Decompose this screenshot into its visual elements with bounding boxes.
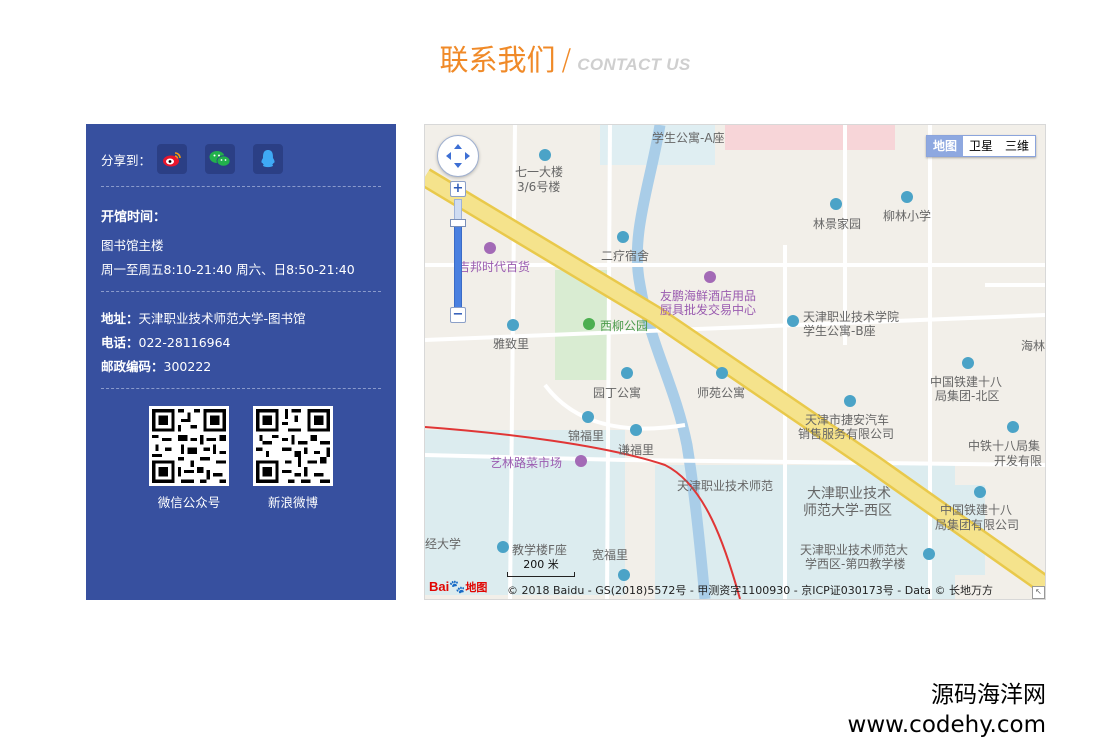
map-label: 海林: [1021, 339, 1046, 353]
wechat-icon[interactable]: [205, 144, 236, 174]
poi-marker-icon[interactable]: [962, 357, 974, 369]
map-label: 天津职业技术师范: [677, 479, 774, 493]
map-label: 学西区-第四教学楼: [805, 557, 906, 571]
map-label: 师苑公寓: [697, 386, 746, 400]
poi-marker-icon[interactable]: [575, 455, 587, 467]
zoom-in-button[interactable]: +: [450, 181, 466, 197]
zoom-control: + −: [450, 181, 466, 325]
postcode-value: 300222: [163, 359, 212, 374]
map-copyright: © 2018 Baidu - GS(2018)5572号 - 甲测资字11009…: [507, 584, 994, 597]
wechat-qr-code: [149, 406, 229, 486]
map-label: 吉邦时代百货: [458, 260, 531, 274]
poi-marker-icon[interactable]: [582, 411, 594, 423]
poi-marker-icon[interactable]: [830, 198, 842, 210]
map-type-3d[interactable]: 三维: [999, 136, 1035, 156]
poi-marker-icon[interactable]: [974, 486, 986, 498]
qq-icon[interactable]: [253, 144, 284, 174]
baidu-map[interactable]: 学生公寓-A座 七一大楼 3/6号楼 林景家园 柳林小学 二疗宿舍 吉邦时代百货…: [424, 124, 1046, 600]
poi-marker-icon[interactable]: [716, 367, 728, 379]
weibo-icon[interactable]: [157, 144, 188, 174]
poi-marker-icon[interactable]: [484, 242, 496, 254]
map-resize-icon[interactable]: ↖: [1032, 586, 1045, 599]
address-label: 地址：: [101, 311, 139, 326]
title-cn: 联系我们: [439, 43, 556, 77]
address-row: 地址：天津职业技术师范大学-图书馆: [101, 308, 306, 327]
phone-value: 022-28116964: [138, 335, 231, 350]
weibo-qr-code: [253, 406, 333, 486]
poi-marker-icon[interactable]: [630, 424, 642, 436]
divider: [101, 186, 381, 187]
zoom-out-button[interactable]: −: [450, 307, 466, 323]
poi-marker-icon[interactable]: [539, 149, 551, 161]
map-label: 二疗宿舍: [601, 249, 650, 263]
map-pan-control[interactable]: [437, 135, 479, 177]
map-label: 艺林路菜市场: [490, 456, 563, 470]
watermark-url: www.codehy.com: [847, 712, 1046, 738]
poi-marker-icon[interactable]: [583, 318, 595, 330]
map-footer: Bai🐾地图 © 2018 Baidu - GS(2018)5572号 - 甲测…: [425, 577, 1045, 599]
postcode-row: 邮政编码：300222: [101, 356, 211, 375]
share-bar: 分享到：: [101, 144, 301, 174]
poi-marker-icon[interactable]: [507, 319, 519, 331]
divider: [101, 388, 381, 389]
map-type-normal[interactable]: 地图: [926, 136, 963, 156]
map-type-switcher: 地图 卫星 三维: [925, 135, 1036, 157]
address-value: 天津职业技术师范大学-图书馆: [138, 311, 306, 326]
hours-schedule: 周一至周五8:10-21:40 周六、日8:50-21:40: [101, 262, 355, 277]
map-label: 林景家园: [813, 217, 862, 231]
map-label: 锦福里: [568, 429, 605, 443]
zoom-level-fill: [454, 223, 462, 311]
map-label: 师范大学-西区: [803, 503, 893, 519]
divider: [101, 291, 381, 292]
page-title: 联系我们 / CONTACT US: [0, 40, 1094, 85]
scale-label: 200 米: [523, 558, 559, 571]
zoom-slider-handle[interactable]: [450, 219, 466, 227]
share-label: 分享到：: [101, 152, 152, 168]
map-scale: 200 米: [507, 556, 575, 577]
weibo-qr-caption: 新浪微博: [267, 495, 318, 510]
poi-marker-icon[interactable]: [844, 395, 856, 407]
title-en: CONTACT US: [577, 55, 691, 74]
wechat-qr-caption: 微信公众号: [157, 495, 221, 510]
map-label: 西柳公园: [600, 319, 649, 333]
map-label: 宽福里: [592, 548, 629, 562]
title-separator: /: [561, 43, 572, 77]
poi-marker-icon[interactable]: [621, 367, 633, 379]
map-label: 局集团-北区: [935, 389, 1000, 403]
map-label: 学生公寓-B座: [803, 324, 876, 338]
map-label: 局集团有限公司: [935, 518, 1020, 532]
phone-label: 电话：: [101, 335, 139, 350]
map-label: 经大学: [425, 537, 462, 551]
map-label: 学生公寓-A座: [652, 131, 725, 145]
map-label: 雅致里: [493, 337, 530, 351]
poi-marker-icon[interactable]: [787, 315, 799, 327]
hours-building: 图书馆主楼: [101, 238, 164, 253]
map-label: 3/6号楼: [517, 180, 561, 194]
poi-marker-icon[interactable]: [901, 191, 913, 203]
pan-arrows-icon: [446, 144, 470, 168]
poi-marker-icon[interactable]: [1007, 421, 1019, 433]
postcode-label: 邮政编码：: [101, 359, 164, 374]
hours-title: 开馆时间：: [101, 210, 167, 225]
map-label: 厨具批发交易中心: [660, 303, 757, 317]
poi-marker-icon[interactable]: [497, 541, 509, 553]
map-label: 谦福里: [618, 443, 655, 457]
map-label: 开发有限: [994, 454, 1043, 468]
map-label: 销售服务有限公司: [798, 427, 895, 441]
poi-marker-icon[interactable]: [617, 231, 629, 243]
watermark: 源码海洋网 www.codehy.com: [848, 680, 1046, 740]
poi-marker-icon[interactable]: [704, 271, 716, 283]
phone-row: 电话：022-28116964: [101, 332, 231, 351]
poi-marker-icon[interactable]: [923, 548, 935, 560]
map-label: 柳林小学: [883, 209, 932, 223]
baidu-logo[interactable]: Bai🐾地图: [429, 579, 487, 595]
map-label: 园丁公寓: [593, 386, 642, 400]
contact-panel: 分享到： 开馆时间： 图书馆主楼 周一至周五8:10-21:40 周六、日8:5…: [86, 124, 396, 600]
map-type-satellite[interactable]: 卫星: [963, 136, 999, 156]
watermark-title: 源码海洋网: [931, 682, 1046, 708]
